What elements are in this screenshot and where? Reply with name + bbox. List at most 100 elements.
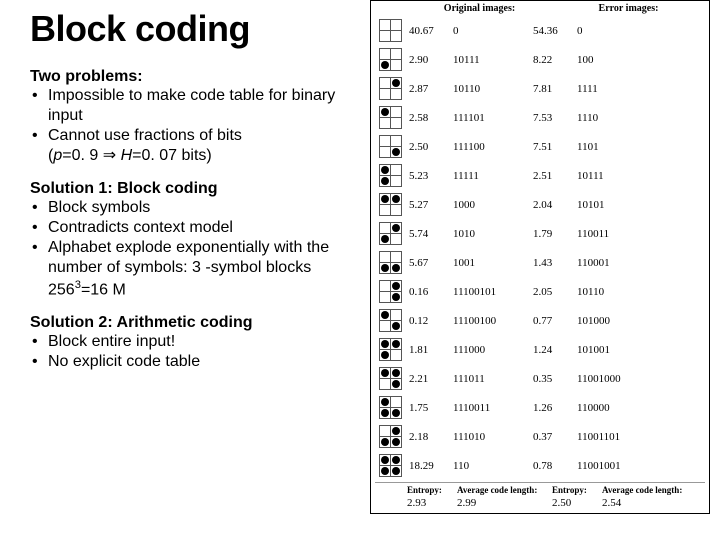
footer-entropy-1: 2.93 bbox=[407, 497, 457, 509]
cell-value: 1.24 bbox=[529, 344, 577, 356]
block-pattern-icon bbox=[375, 397, 405, 419]
cell-value: 10110 bbox=[453, 83, 529, 95]
table-footer: Entropy: Average code length: 2.93 2.99 … bbox=[375, 482, 705, 509]
cell-value: 40.67 bbox=[405, 25, 453, 37]
cell-value: 5.27 bbox=[405, 199, 453, 211]
block-pattern-icon bbox=[375, 310, 405, 332]
list-item: Contradicts context model bbox=[30, 218, 360, 238]
cell-value: 7.53 bbox=[529, 112, 577, 124]
block-pattern-icon bbox=[375, 455, 405, 477]
cell-value: 1110 bbox=[577, 112, 705, 124]
table-row: 0.12111001000.77101000 bbox=[375, 306, 705, 335]
cell-value: 0 bbox=[453, 25, 529, 37]
cell-value: 5.74 bbox=[405, 228, 453, 240]
cell-value: 101000 bbox=[577, 315, 705, 327]
cell-value: 11100100 bbox=[453, 315, 529, 327]
cell-value: 111000 bbox=[453, 344, 529, 356]
block-pattern-icon bbox=[375, 426, 405, 448]
cell-value: 111101 bbox=[453, 112, 529, 124]
cell-value: 5.67 bbox=[405, 257, 453, 269]
cell-value: 111010 bbox=[453, 431, 529, 443]
cell-value: 2.21 bbox=[405, 373, 453, 385]
cell-value: 2.50 bbox=[405, 141, 453, 153]
cell-value: 1.79 bbox=[529, 228, 577, 240]
block-pattern-icon bbox=[375, 223, 405, 245]
column-headers: Original images: Error images: bbox=[375, 3, 705, 14]
page-title: Block coding bbox=[30, 8, 360, 50]
cell-value: 0.12 bbox=[405, 315, 453, 327]
cell-value: 0 bbox=[577, 25, 705, 37]
problems-list: Impossible to make code table for binary… bbox=[30, 86, 360, 166]
cell-value: 1.75 bbox=[405, 402, 453, 414]
header-original: Original images: bbox=[407, 3, 552, 14]
table-row: 5.23111112.5110111 bbox=[375, 161, 705, 190]
list-item: Impossible to make code table for binary… bbox=[30, 86, 360, 126]
cell-value: 10110 bbox=[577, 286, 705, 298]
cell-value: 11001001 bbox=[577, 460, 705, 472]
cell-value: 100 bbox=[577, 54, 705, 66]
solution2-heading: Solution 2: Arithmetic coding bbox=[30, 314, 360, 332]
footer-avglen-1: 2.99 bbox=[457, 497, 552, 509]
problems-heading: Two problems: bbox=[30, 68, 360, 86]
block-pattern-icon bbox=[375, 252, 405, 274]
footer-label-avglen: Average code length: bbox=[602, 485, 705, 495]
cell-value: 110000 bbox=[577, 402, 705, 414]
table-column: Original images: Error images: 40.67054.… bbox=[370, 0, 720, 540]
footer-avglen-2: 2.54 bbox=[602, 497, 705, 509]
code-table-panel: Original images: Error images: 40.67054.… bbox=[370, 0, 710, 514]
cell-value: 1.81 bbox=[405, 344, 453, 356]
list-item: Alphabet explode exponentially with the … bbox=[30, 238, 360, 300]
cell-value: 1101 bbox=[577, 141, 705, 153]
block-pattern-icon bbox=[375, 281, 405, 303]
table-row: 2.181110100.3711001101 bbox=[375, 422, 705, 451]
cell-value: 1000 bbox=[453, 199, 529, 211]
cell-value: 0.37 bbox=[529, 431, 577, 443]
cell-value: 1111 bbox=[577, 83, 705, 95]
block-pattern-icon bbox=[375, 339, 405, 361]
footer-entropy-2: 2.50 bbox=[552, 497, 602, 509]
cell-value: 54.36 bbox=[529, 25, 577, 37]
list-item: Block symbols bbox=[30, 198, 360, 218]
table-row: 2.90101118.22100 bbox=[375, 45, 705, 74]
cell-value: 11001101 bbox=[577, 431, 705, 443]
cell-value: 2.18 bbox=[405, 431, 453, 443]
cell-value: 7.81 bbox=[529, 83, 577, 95]
block-pattern-icon bbox=[375, 49, 405, 71]
table-row: 2.87101107.811111 bbox=[375, 74, 705, 103]
block-pattern-icon bbox=[375, 78, 405, 100]
cell-value: 1001 bbox=[453, 257, 529, 269]
cell-value: 11001000 bbox=[577, 373, 705, 385]
cell-value: 111100 bbox=[453, 141, 529, 153]
table-row: 1.7511100111.26110000 bbox=[375, 393, 705, 422]
cell-value: 18.29 bbox=[405, 460, 453, 472]
table-row: 1.811110001.24101001 bbox=[375, 335, 705, 364]
cell-value: 0.35 bbox=[529, 373, 577, 385]
block-pattern-icon bbox=[375, 165, 405, 187]
footer-label-entropy: Entropy: bbox=[407, 485, 457, 495]
text-column: Block coding Two problems: Impossible to… bbox=[0, 0, 370, 540]
cell-value: 110011 bbox=[577, 228, 705, 240]
cell-value: 1.43 bbox=[529, 257, 577, 269]
cell-value: 1010 bbox=[453, 228, 529, 240]
cell-value: 0.16 bbox=[405, 286, 453, 298]
cell-value: 1110011 bbox=[453, 402, 529, 414]
cell-value: 7.51 bbox=[529, 141, 577, 153]
cell-value: 10111 bbox=[577, 170, 705, 182]
cell-value: 2.87 bbox=[405, 83, 453, 95]
list-item: No explicit code table bbox=[30, 352, 360, 372]
cell-value: 11111 bbox=[453, 170, 529, 182]
table-row: 2.211110110.3511001000 bbox=[375, 364, 705, 393]
list-item: Block entire input! bbox=[30, 332, 360, 352]
cell-value: 0.77 bbox=[529, 315, 577, 327]
solution1-list: Block symbols Contradicts context model … bbox=[30, 198, 360, 300]
cell-value: 8.22 bbox=[529, 54, 577, 66]
table-row: 40.67054.360 bbox=[375, 16, 705, 45]
cell-value: 2.58 bbox=[405, 112, 453, 124]
cell-value: 10111 bbox=[453, 54, 529, 66]
cell-value: 2.05 bbox=[529, 286, 577, 298]
cell-value: 2.51 bbox=[529, 170, 577, 182]
block-pattern-icon bbox=[375, 107, 405, 129]
cell-value: 10101 bbox=[577, 199, 705, 211]
solution2-list: Block entire input! No explicit code tab… bbox=[30, 332, 360, 372]
block-pattern-icon bbox=[375, 20, 405, 42]
